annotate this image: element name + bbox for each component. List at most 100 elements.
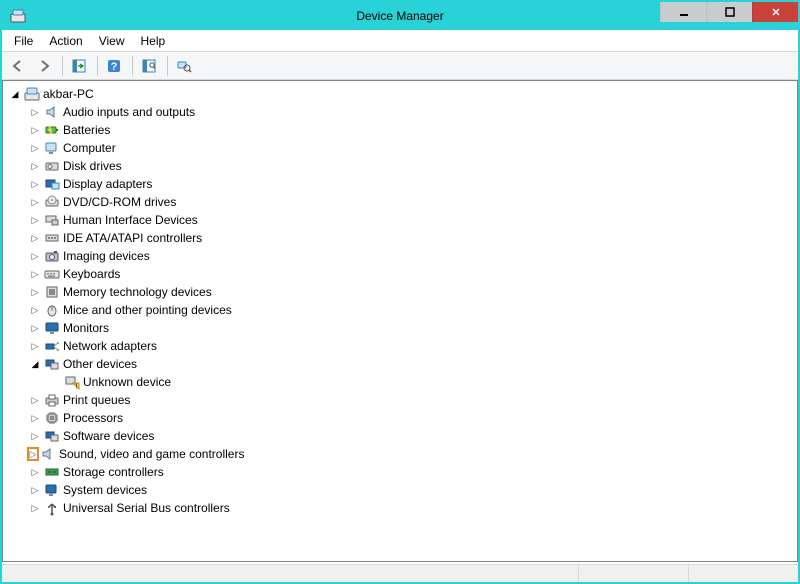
device-tree[interactable]: ◢ akbar-PC ▷ Audio inputs and outputs ▷ …	[2, 80, 798, 562]
expander-closed-icon[interactable]: ▷	[29, 233, 41, 244]
menu-file[interactable]: File	[6, 32, 41, 50]
tree-label: Sound, video and game controllers	[59, 447, 244, 461]
expander-closed-icon[interactable]: ▷	[29, 269, 41, 280]
tree-item-display[interactable]: ▷ Display adapters	[5, 175, 795, 193]
forward-button[interactable]	[32, 54, 56, 78]
battery-icon	[43, 122, 61, 138]
menu-help[interactable]: Help	[133, 32, 174, 50]
maximize-button[interactable]	[706, 2, 752, 22]
tree-root[interactable]: ◢ akbar-PC	[5, 85, 795, 103]
minimize-button[interactable]	[660, 2, 706, 22]
expander-closed-icon[interactable]: ▷	[29, 143, 41, 154]
expander-closed-icon[interactable]: ▷	[29, 413, 41, 424]
expander-closed-icon[interactable]: ▷	[29, 215, 41, 226]
expander-closed-icon[interactable]: ▷	[29, 503, 41, 514]
expander-closed-icon[interactable]: ▷	[29, 323, 41, 334]
tree-item-storage[interactable]: ▷ Storage controllers	[5, 463, 795, 481]
expander-closed-icon[interactable]: ▷	[29, 179, 41, 190]
hid-icon	[43, 212, 61, 228]
tree-label: Other devices	[63, 357, 137, 371]
expander-closed-icon[interactable]: ▷	[29, 467, 41, 478]
tree-item-hid[interactable]: ▷ Human Interface Devices	[5, 211, 795, 229]
tree-label: Human Interface Devices	[63, 213, 198, 227]
tree-label: Processors	[63, 411, 123, 425]
tree-label: Imaging devices	[63, 249, 150, 263]
tree-item-ide[interactable]: ▷ IDE ATA/ATAPI controllers	[5, 229, 795, 247]
tree-item-print[interactable]: ▷ Print queues	[5, 391, 795, 409]
tree-label: Memory technology devices	[63, 285, 212, 299]
help-button[interactable]: ?	[102, 54, 126, 78]
tree-item-other[interactable]: ◢ Other devices	[5, 355, 795, 373]
pc-icon	[43, 140, 61, 156]
tree-item-imaging[interactable]: ▷ Imaging devices	[5, 247, 795, 265]
tree-item-keyboards[interactable]: ▷ Keyboards	[5, 265, 795, 283]
expander-closed-icon[interactable]: ▷	[29, 197, 41, 208]
tree-item-monitors[interactable]: ▷ Monitors	[5, 319, 795, 337]
expander-closed-icon[interactable]: ▷	[29, 305, 41, 316]
tree-label: Keyboards	[63, 267, 120, 281]
software-icon	[43, 428, 61, 444]
other-devices-icon	[43, 356, 61, 372]
tree-item-software[interactable]: ▷ Software devices	[5, 427, 795, 445]
tree-item-system[interactable]: ▷ System devices	[5, 481, 795, 499]
speaker-icon	[43, 104, 61, 120]
menu-action[interactable]: Action	[41, 32, 90, 50]
tree-item-disk[interactable]: ▷ Disk drives	[5, 157, 795, 175]
tree-item-mice[interactable]: ▷ Mice and other pointing devices	[5, 301, 795, 319]
tree-label: Unknown device	[83, 375, 171, 389]
titlebar: Device Manager	[2, 2, 798, 30]
printer-icon	[43, 392, 61, 408]
tree-label: Display adapters	[63, 177, 152, 191]
expander-closed-icon[interactable]: ▷	[29, 449, 37, 460]
system-icon	[43, 482, 61, 498]
statusbar	[2, 564, 798, 582]
tree-item-unknown[interactable]: ! Unknown device	[5, 373, 795, 391]
tree-label: System devices	[63, 483, 147, 497]
tree-item-processors[interactable]: ▷ Processors	[5, 409, 795, 427]
tree-label: Disk drives	[63, 159, 122, 173]
expander-closed-icon[interactable]: ▷	[29, 125, 41, 136]
expander-closed-icon[interactable]: ▷	[29, 251, 41, 262]
tree-item-dvd[interactable]: ▷ DVD/CD-ROM drives	[5, 193, 795, 211]
tree-label: Monitors	[63, 321, 109, 335]
statusbar-cell	[578, 565, 688, 582]
toolbar: ?	[2, 52, 798, 80]
cpu-icon	[43, 410, 61, 426]
expander-open-icon[interactable]: ◢	[9, 89, 21, 100]
tree-item-audio[interactable]: ▷ Audio inputs and outputs	[5, 103, 795, 121]
expander-closed-icon[interactable]: ▷	[29, 341, 41, 352]
expander-closed-icon[interactable]: ▷	[29, 395, 41, 406]
tree-item-computer[interactable]: ▷ Computer	[5, 139, 795, 157]
tree-label: Storage controllers	[63, 465, 164, 479]
tree-item-usb[interactable]: ▷ Universal Serial Bus controllers	[5, 499, 795, 517]
close-button[interactable]	[752, 2, 798, 22]
expander-closed-icon[interactable]: ▷	[29, 287, 41, 298]
svg-text:!: !	[76, 384, 78, 391]
toolbar-separator	[132, 56, 133, 76]
expander-closed-icon[interactable]: ▷	[29, 161, 41, 172]
tree-label: Mice and other pointing devices	[63, 303, 232, 317]
camera-icon	[43, 248, 61, 264]
show-hide-console-button[interactable]	[67, 54, 91, 78]
storage-controller-icon	[43, 464, 61, 480]
menu-view[interactable]: View	[91, 32, 133, 50]
tree-item-sound[interactable]: ▷ Sound, video and game controllers	[5, 445, 795, 463]
tree-label: Software devices	[63, 429, 154, 443]
scan-hardware-button[interactable]	[137, 54, 161, 78]
expander-closed-icon[interactable]: ▷	[29, 107, 41, 118]
keyboard-icon	[43, 266, 61, 282]
tree-label: DVD/CD-ROM drives	[63, 195, 176, 209]
unknown-device-icon: !	[63, 374, 81, 390]
tree-item-memtech[interactable]: ▷ Memory technology devices	[5, 283, 795, 301]
disc-icon	[43, 194, 61, 210]
tree-item-batteries[interactable]: ▷ Batteries	[5, 121, 795, 139]
back-button[interactable]	[6, 54, 30, 78]
toolbar-separator	[167, 56, 168, 76]
expander-open-icon[interactable]: ◢	[29, 359, 41, 370]
tree-item-network[interactable]: ▷ Network adapters	[5, 337, 795, 355]
scan-button[interactable]	[172, 54, 196, 78]
window-title: Device Manager	[356, 9, 443, 23]
tree-label: Universal Serial Bus controllers	[63, 501, 230, 515]
expander-closed-icon[interactable]: ▷	[29, 431, 41, 442]
expander-closed-icon[interactable]: ▷	[29, 485, 41, 496]
